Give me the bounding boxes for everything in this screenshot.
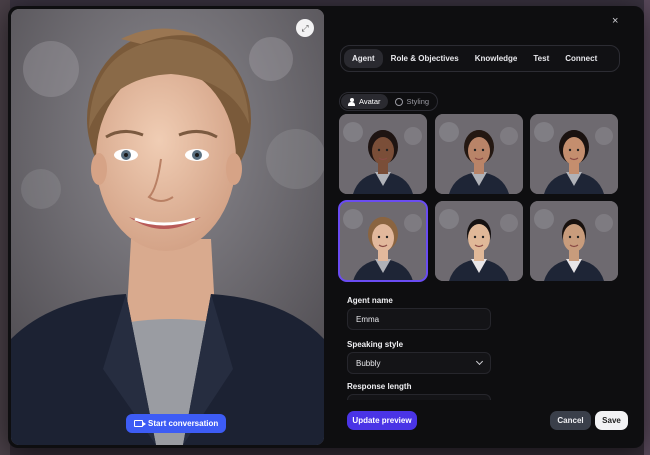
avatar-thumbnail [339,201,427,281]
avatar-thumbnail [530,114,618,194]
tab-role-objectives[interactable]: Role & Objectives [383,49,467,68]
avatar-thumbnail [435,201,523,281]
cancel-button[interactable]: Cancel [550,411,591,430]
close-modal-button[interactable]: × [612,15,618,27]
agent-name-value: Emma [356,314,380,324]
agent-name-field[interactable]: Emma [347,308,491,330]
avatar-option-5[interactable] [435,201,523,281]
start-conversation-button[interactable]: Start conversation [126,414,227,433]
tab-connect[interactable]: Connect [557,49,605,68]
segment-avatar-label: Avatar [359,97,381,106]
avatar-option-2[interactable] [435,114,523,194]
agent-name-label: Agent name [347,296,393,305]
avatar-option-6[interactable] [530,201,618,281]
avatar-option-3[interactable] [530,114,618,194]
person-icon [348,97,355,106]
tab-knowledge[interactable]: Knowledge [467,49,526,68]
response-length-label: Response length [347,382,412,391]
palette-icon [394,97,403,106]
agent-tab-bar: Agent Role & Objectives Knowledge Test C… [340,45,620,72]
avatar-thumbnail [530,201,618,281]
response-length-field[interactable] [347,394,491,400]
expand-preview-button[interactable]: ⤢ [296,19,314,37]
avatar-styling-toggle: Avatar Styling [339,92,439,111]
tab-test[interactable]: Test [525,49,557,68]
chevron-down-icon [475,357,484,366]
segment-avatar[interactable]: Avatar [341,94,388,109]
backdrop-edge-right [644,0,650,455]
avatar-option-4[interactable] [338,200,428,282]
close-icon: × [612,15,619,27]
speaking-style-select[interactable]: Bubbly [347,352,491,374]
avatar-thumbnail [339,114,427,194]
agent-editor-modal: ⤢ Start conversation × Agent Role & Obje… [8,6,644,448]
segment-styling-label: Styling [406,97,430,106]
avatar-thumbnail [435,114,523,194]
start-conversation-label: Start conversation [148,419,219,428]
segment-styling[interactable]: Styling [388,94,437,109]
video-camera-icon [134,420,146,427]
tab-agent[interactable]: Agent [344,49,383,68]
save-button[interactable]: Save [595,411,628,430]
expand-icon: ⤢ [301,22,309,33]
avatar-preview: ⤢ Start conversation [11,9,324,445]
speaking-style-value: Bubbly [356,358,381,368]
avatar-preview-image [11,9,324,445]
update-preview-button[interactable]: Update preview [347,411,417,430]
speaking-style-label: Speaking style [347,340,404,349]
avatar-option-1[interactable] [339,114,427,194]
